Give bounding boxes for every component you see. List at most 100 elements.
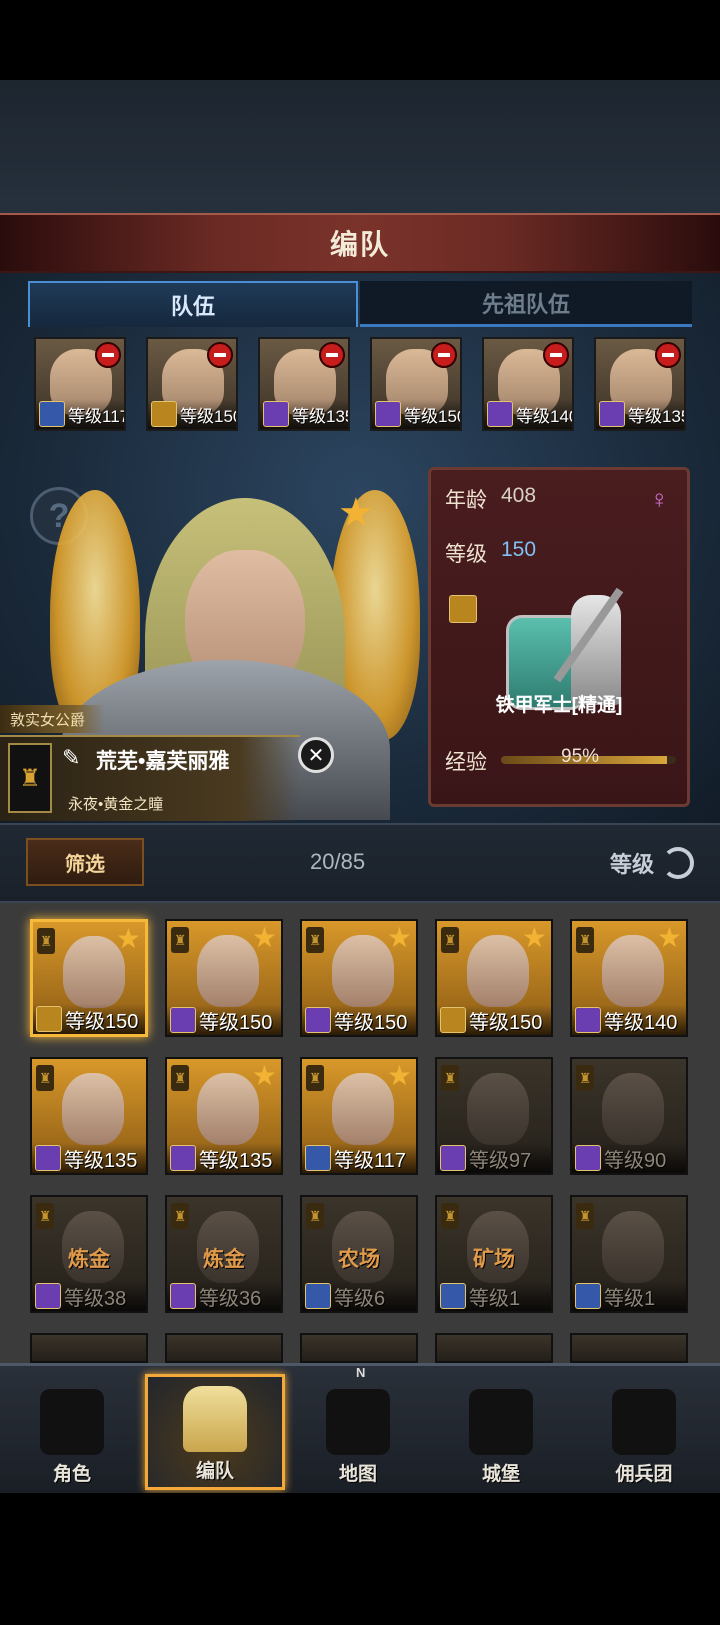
crest-icon: ♜ — [441, 927, 459, 953]
level-row: 等级1 — [437, 1281, 551, 1311]
crest-icon: ♜ — [306, 1203, 324, 1229]
crest-icon: ♜ — [37, 928, 55, 954]
card-level: 等级1 — [469, 1287, 521, 1310]
job-label: 农场 — [338, 1248, 380, 1271]
class-icon — [170, 1283, 196, 1309]
hero-subtitle: 永夜•黄金之瞳 — [68, 796, 164, 813]
edit-icon[interactable]: ✎ — [62, 745, 90, 773]
nav-item-3[interactable]: 城堡 — [431, 1374, 571, 1490]
level-row: 等级150 — [437, 1005, 551, 1035]
nav-item-0[interactable]: 角色 — [2, 1374, 142, 1490]
roster-card[interactable]: ♜ 等级97 — [435, 1057, 553, 1175]
exp-percent: 95% — [561, 746, 600, 767]
roster-card-partial[interactable] — [165, 1333, 283, 1363]
hero-title: 敦实女公爵 — [0, 705, 106, 733]
team-slot[interactable]: 等级135 — [594, 337, 686, 431]
level-row: 等级135 — [32, 1143, 146, 1173]
hero-face — [197, 1073, 259, 1145]
nav-item-2[interactable]: 地图 — [288, 1374, 428, 1490]
roster-card[interactable]: ♜ ★ 等级140 — [570, 919, 688, 1037]
roster-card-partial[interactable] — [30, 1333, 148, 1363]
roster-card[interactable]: ♜ ★ 等级150 — [30, 919, 148, 1037]
crest-icon: ♜ — [576, 1065, 594, 1091]
remove-icon[interactable] — [95, 342, 121, 368]
remove-icon[interactable] — [543, 342, 569, 368]
roster-card[interactable]: ♜ 炼金 等级38 — [30, 1195, 148, 1313]
remove-icon[interactable] — [207, 342, 233, 368]
nav-label: 城堡 — [481, 1464, 520, 1485]
slot-level: 等级117 — [68, 406, 126, 426]
roster-card[interactable]: ♜ 等级135 — [30, 1057, 148, 1175]
roster-card[interactable]: ♜ ★ 等级150 — [300, 919, 418, 1037]
class-icon — [440, 1283, 466, 1309]
filter-button[interactable]: 筛选 — [26, 838, 144, 886]
sort-button[interactable]: 等级 — [610, 847, 694, 879]
crest-icon: ♜ — [441, 1065, 459, 1091]
card-level: 等级90 — [604, 1149, 667, 1172]
tab-ancestor-team[interactable]: 先祖队伍 — [360, 281, 692, 327]
roster-card[interactable]: ♜ 炼金 等级36 — [165, 1195, 283, 1313]
star-icon: ★ — [338, 491, 374, 535]
system-nav-area — [0, 1493, 720, 1625]
knight-helmet-icon — [40, 1389, 104, 1455]
roster-card-partial[interactable] — [435, 1333, 553, 1363]
slot-level: 等级135 — [292, 406, 350, 426]
job-label: 矿场 — [473, 1248, 515, 1271]
class-icon — [375, 401, 401, 427]
remove-icon[interactable] — [655, 342, 681, 368]
hero-face — [467, 935, 529, 1007]
class-icon — [36, 1006, 62, 1032]
star-icon: ★ — [386, 1060, 412, 1091]
roster-card[interactable]: ♜ 等级1 — [570, 1195, 688, 1313]
class-icon — [151, 401, 177, 427]
level-row: 等级135 — [596, 399, 684, 429]
tab-team[interactable]: 队伍 — [28, 281, 358, 327]
card-level: 等级135 — [64, 1149, 138, 1172]
roster-card[interactable]: ♜ ★ 等级150 — [165, 919, 283, 1037]
remove-icon[interactable] — [319, 342, 345, 368]
slot-level: 等级150 — [180, 406, 238, 426]
level-row: 等级38 — [32, 1281, 146, 1311]
roster-card-partial[interactable] — [570, 1333, 688, 1363]
bottom-nav: 角色 编队 地图 城堡 佣兵团 — [0, 1363, 720, 1493]
team-slot[interactable]: 等级140 — [482, 337, 574, 431]
roster-card[interactable]: ♜ 等级90 — [570, 1057, 688, 1175]
hero-face — [62, 1073, 124, 1145]
slot-level: 等级140 — [516, 406, 574, 426]
level-row: 等级117 — [36, 399, 124, 429]
unit-name: 铁甲军士[精通] — [495, 695, 623, 716]
card-level: 等级38 — [64, 1287, 127, 1310]
class-icon — [170, 1007, 196, 1033]
roster-card[interactable]: ♜ ★ 等级117 — [300, 1057, 418, 1175]
card-level: 等级97 — [469, 1149, 532, 1172]
roster-card[interactable]: ♜ 农场 等级6 — [300, 1195, 418, 1313]
roster-grid: ♜ ★ 等级150 ♜ ★ 等级150 ♜ ★ 等级150 ♜ ★ 等级150 ♜ ★ 等级140 ♜ 等级13… — [0, 903, 720, 1363]
team-slot[interactable]: 等级117 — [34, 337, 126, 431]
team-slot[interactable]: 等级150 — [146, 337, 238, 431]
class-icon — [39, 401, 65, 427]
class-icon — [305, 1007, 331, 1033]
team-slot[interactable]: 等级135 — [258, 337, 350, 431]
nav-item-1[interactable]: 编队 — [145, 1374, 285, 1490]
remove-hero-button[interactable]: ✕ — [298, 737, 334, 773]
card-level: 等级150 — [65, 1010, 139, 1033]
title-bar: 编队 — [0, 213, 720, 273]
level-row: 等级1 — [572, 1281, 686, 1311]
crest-icon: ♜ — [171, 1203, 189, 1229]
nav-item-4[interactable]: 佣兵团 — [574, 1374, 714, 1490]
class-icon — [305, 1283, 331, 1309]
roster-card[interactable]: ♜ 矿场 等级1 — [435, 1195, 553, 1313]
remove-icon[interactable] — [431, 342, 457, 368]
class-icon — [575, 1007, 601, 1033]
roster-card[interactable]: ♜ ★ 等级135 — [165, 1057, 283, 1175]
class-icon — [599, 401, 625, 427]
level-label: 等级 — [445, 543, 487, 566]
star-icon: ★ — [656, 922, 682, 953]
roster-card-partial[interactable] — [300, 1333, 418, 1363]
class-icon — [487, 401, 513, 427]
roster-card[interactable]: ♜ ★ 等级150 — [435, 919, 553, 1037]
nav-label: 佣兵团 — [615, 1464, 673, 1485]
star-icon: ★ — [251, 922, 277, 953]
team-slot[interactable]: 等级150 — [370, 337, 462, 431]
card-level: 等级117 — [334, 1149, 406, 1172]
